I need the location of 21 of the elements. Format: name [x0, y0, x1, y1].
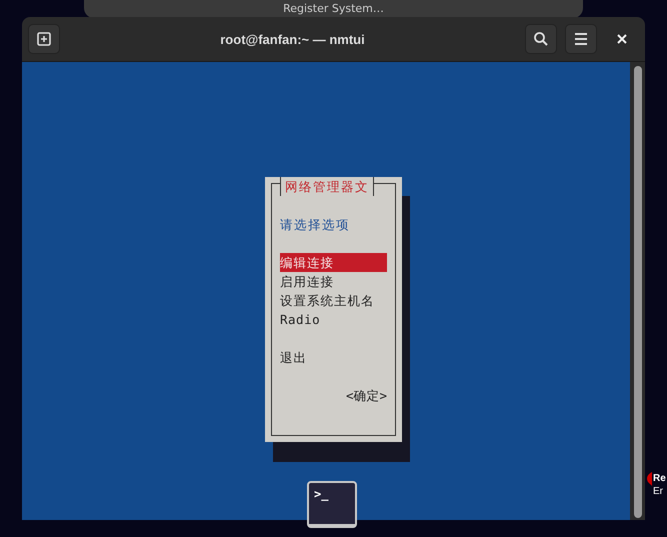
menu-item[interactable]: 编辑连接	[280, 253, 387, 272]
search-button[interactable]	[525, 24, 557, 54]
prompt-text: 请选择选项	[280, 217, 350, 234]
window-title: root@fanfan:~ — nmtui	[219, 32, 366, 46]
menu-icon	[574, 32, 588, 46]
menu-item[interactable]: 设置系统主机名	[280, 291, 387, 310]
label-text: Re	[653, 472, 666, 485]
menu-item[interactable]: 启用连接	[280, 272, 387, 291]
menu-item[interactable]: 退出	[280, 348, 387, 367]
close-icon	[616, 33, 628, 45]
terminal-dock-icon[interactable]: >_	[307, 481, 357, 528]
menu-item[interactable]: Radio	[280, 310, 387, 329]
ok-button[interactable]: <确定>	[346, 388, 387, 403]
search-icon	[533, 31, 549, 47]
new-tab-icon	[36, 31, 52, 47]
new-tab-button[interactable]	[28, 24, 60, 54]
dialog-title: 网络管理器文	[280, 177, 374, 196]
label-text: Er	[653, 485, 663, 498]
scrollbar-thumb[interactable]	[634, 66, 642, 518]
notification-text: Register System…	[283, 3, 384, 15]
menu-button[interactable]	[565, 24, 597, 54]
